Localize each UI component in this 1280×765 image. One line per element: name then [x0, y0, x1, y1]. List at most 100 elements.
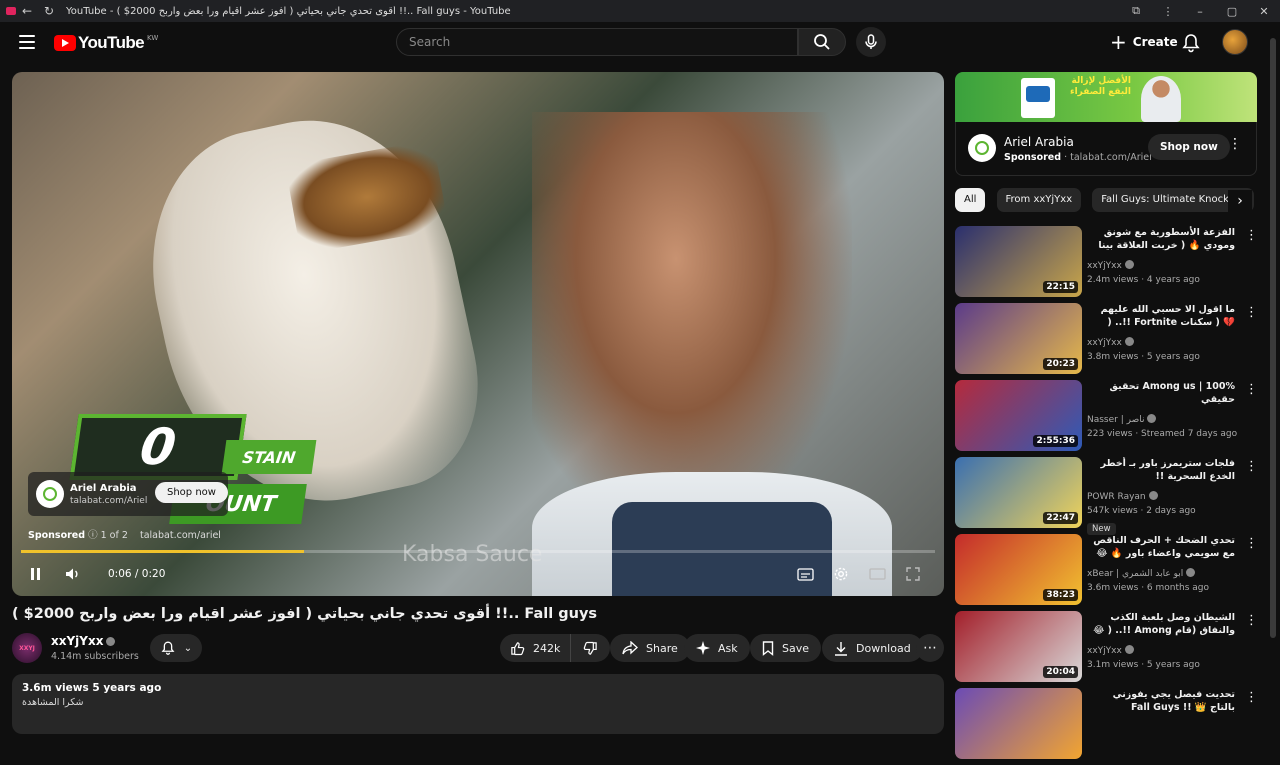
- extensions-icon[interactable]: ⧉: [1120, 4, 1152, 18]
- recommendation-channel[interactable]: xxYjYxx: [1087, 337, 1134, 348]
- sidebar-shop-now-button[interactable]: Shop now: [1148, 134, 1230, 160]
- video-thumbnail[interactable]: 38:23: [955, 534, 1082, 605]
- youtube-favicon-icon: [6, 7, 16, 15]
- video-thumbnail[interactable]: 20:04: [955, 611, 1082, 682]
- more-vertical-icon[interactable]: ⋮: [1245, 459, 1258, 474]
- duration-badge: 22:15: [1043, 281, 1078, 293]
- search-input[interactable]: [409, 35, 797, 49]
- account-avatar[interactable]: [1222, 29, 1248, 55]
- recommendation-title[interactable]: فلجات ستريمرز باور بـ أخطر الخدع السحرية…: [1087, 457, 1235, 484]
- more-vertical-icon[interactable]: ⋮: [1245, 382, 1258, 397]
- recommendation-channel[interactable]: Nasser | ناصر: [1087, 414, 1157, 425]
- menu-icon[interactable]: [19, 35, 35, 49]
- video-player[interactable]: 0 STAIN OUNT Ariel Arabia talabat.com/Ar…: [12, 72, 944, 596]
- recommendation-channel[interactable]: xBear | ابو عابد الشمري: [1087, 568, 1196, 579]
- subscription-bell-button[interactable]: ⌄: [150, 634, 202, 662]
- player-shop-now-button[interactable]: Shop now: [155, 482, 228, 503]
- recommendation-item[interactable]: 38:23 تحدي الضحك + الحرف الناقص مع سويمي …: [955, 534, 1258, 611]
- sidebar-ad-name[interactable]: Ariel Arabia: [1004, 135, 1074, 149]
- video-thumbnail[interactable]: 20:23: [955, 303, 1082, 374]
- duration-badge: 38:23: [1043, 589, 1078, 601]
- browser-menu-icon[interactable]: ⋮: [1152, 5, 1184, 18]
- info-icon[interactable]: ⓘ: [88, 530, 101, 541]
- masthead: YouTube KW + Create: [0, 22, 1280, 64]
- scrollbar-thumb[interactable]: [1270, 38, 1276, 638]
- recommendation-title[interactable]: الفزعة الأسطورية مع شونق ومودي 🔥 ( خربت …: [1087, 226, 1235, 254]
- ariel-logo-icon[interactable]: [968, 134, 996, 162]
- channel-name[interactable]: xxYjYxx: [51, 634, 116, 648]
- more-vertical-icon[interactable]: ⋮: [1228, 136, 1242, 152]
- progress-bar[interactable]: [21, 550, 935, 553]
- banner-text: الأفضل لإزالة البقع الصفراء: [1065, 76, 1131, 98]
- close-icon[interactable]: ✕: [1248, 5, 1280, 18]
- notifications-bell-icon[interactable]: [1180, 32, 1202, 54]
- more-vertical-icon[interactable]: ⋮: [1245, 690, 1258, 705]
- pause-button[interactable]: [24, 563, 46, 585]
- recommendation-title[interactable]: تحدي الضحك + الحرف الناقص مع سويمي واعضا…: [1087, 534, 1235, 561]
- recommendation-title[interactable]: Among us | 100% تحقيق حقيقي: [1087, 380, 1236, 407]
- duration-badge: 2:55:36: [1033, 435, 1078, 447]
- settings-button[interactable]: [830, 563, 852, 585]
- verified-icon: [1124, 260, 1134, 269]
- ask-label: Ask: [718, 641, 738, 655]
- recommendation-item[interactable]: 2:55:36 Among us | 100% تحقيق حقيقي Nasser…: [955, 380, 1258, 457]
- minimize-icon[interactable]: –: [1184, 5, 1216, 18]
- recommendation-item[interactable]: 20:04 الشيطان وصل بلعبة الكذب والنفاق (قا…: [955, 611, 1258, 688]
- ask-button[interactable]: Ask: [684, 634, 750, 662]
- more-vertical-icon[interactable]: ⋮: [1245, 536, 1258, 551]
- subtitles-button[interactable]: [794, 563, 816, 585]
- page-scrollbar[interactable]: [1270, 30, 1276, 720]
- video-thumbnail[interactable]: 22:15: [955, 226, 1082, 297]
- sparkle-icon: [696, 641, 710, 655]
- volume-button[interactable]: [62, 563, 84, 585]
- share-button[interactable]: Share: [610, 634, 690, 662]
- recommendation-channel[interactable]: xxYjYxx: [1087, 260, 1134, 271]
- banner-person-image: [1141, 76, 1181, 122]
- description-box[interactable]: 3.6m views 5 years ago شكرا المشاهدة: [12, 674, 944, 734]
- more-vertical-icon[interactable]: ⋮: [1245, 305, 1258, 320]
- progress-played: [21, 550, 305, 553]
- volume-icon: [66, 568, 78, 580]
- more-vertical-icon[interactable]: ⋮: [1245, 228, 1258, 243]
- recommendation-meta: 2.4m views · 4 years ago: [1087, 275, 1200, 285]
- like-button[interactable]: 242k: [500, 634, 568, 662]
- recommendation-channel[interactable]: POWR Rayan: [1087, 491, 1158, 502]
- save-button[interactable]: Save: [750, 634, 822, 662]
- sponsored-url[interactable]: talabat.com/ariel: [140, 530, 221, 541]
- more-actions-button[interactable]: ⋯: [916, 634, 944, 662]
- recommendation-title[interactable]: الشيطان وصل بلعبة الكذب والنفاق (قام Amo…: [1087, 611, 1235, 639]
- back-icon[interactable]: ←: [16, 4, 38, 18]
- sponsored-line: Sponsored ⓘ 1 of 2 talabat.com/ariel: [28, 527, 221, 541]
- dislike-button[interactable]: [570, 634, 610, 662]
- chip-all[interactable]: All: [955, 188, 986, 212]
- youtube-logo[interactable]: YouTube KW: [54, 33, 158, 53]
- channel-name-text: xxYjYxx: [51, 634, 104, 648]
- video-thumbnail[interactable]: [955, 688, 1082, 759]
- recommendation-item[interactable]: 22:15 الفزعة الأسطورية مع شونق ومودي 🔥 ( …: [955, 226, 1258, 303]
- sidebar-ad-banner[interactable]: الأفضل لإزالة البقع الصفراء: [955, 72, 1257, 122]
- video-thumbnail[interactable]: 22:47: [955, 457, 1082, 528]
- recommendation-item[interactable]: تحديت فيصل يجي يفوزني بالتاج 👑 !! Fall G…: [955, 688, 1258, 765]
- theater-mode-button[interactable]: [866, 563, 888, 585]
- create-button[interactable]: + Create: [1100, 29, 1188, 55]
- chip-from-channel[interactable]: From xxYjYxx: [996, 188, 1082, 212]
- maximize-icon[interactable]: ▢: [1216, 5, 1248, 18]
- verified-icon: [1148, 491, 1158, 500]
- recommendation-item[interactable]: 22:47 فلجات ستريمرز باور بـ أخطر الخدع ال…: [955, 457, 1258, 535]
- video-frame-face: [532, 112, 852, 532]
- recommendation-title[interactable]: تحديت فيصل يجي يفوزني بالتاج 👑 !! Fall G…: [1087, 688, 1235, 715]
- chevron-right-icon[interactable]: ›: [1228, 190, 1252, 212]
- channel-avatar[interactable]: XXYJ: [12, 633, 42, 663]
- download-button[interactable]: Download: [822, 634, 923, 662]
- recommendation-item[interactable]: 20:23 ما اقول الا حسبي الله عليهم 💔 ( سكن…: [955, 303, 1258, 380]
- reload-icon[interactable]: ↻: [38, 4, 60, 18]
- fullscreen-button[interactable]: [902, 563, 924, 585]
- recommendation-title[interactable]: ما اقول الا حسبي الله عليهم 💔 ( سكنات Fo…: [1087, 303, 1235, 331]
- recommendation-channel[interactable]: xxYjYxx: [1087, 645, 1134, 656]
- voice-search-button[interactable]: [856, 27, 886, 57]
- description-meta: 3.6m views 5 years ago: [22, 682, 162, 694]
- video-thumbnail[interactable]: 2:55:36: [955, 380, 1082, 451]
- more-vertical-icon[interactable]: ⋮: [1245, 613, 1258, 628]
- gear-icon: [834, 567, 848, 581]
- search-button[interactable]: [798, 28, 846, 56]
